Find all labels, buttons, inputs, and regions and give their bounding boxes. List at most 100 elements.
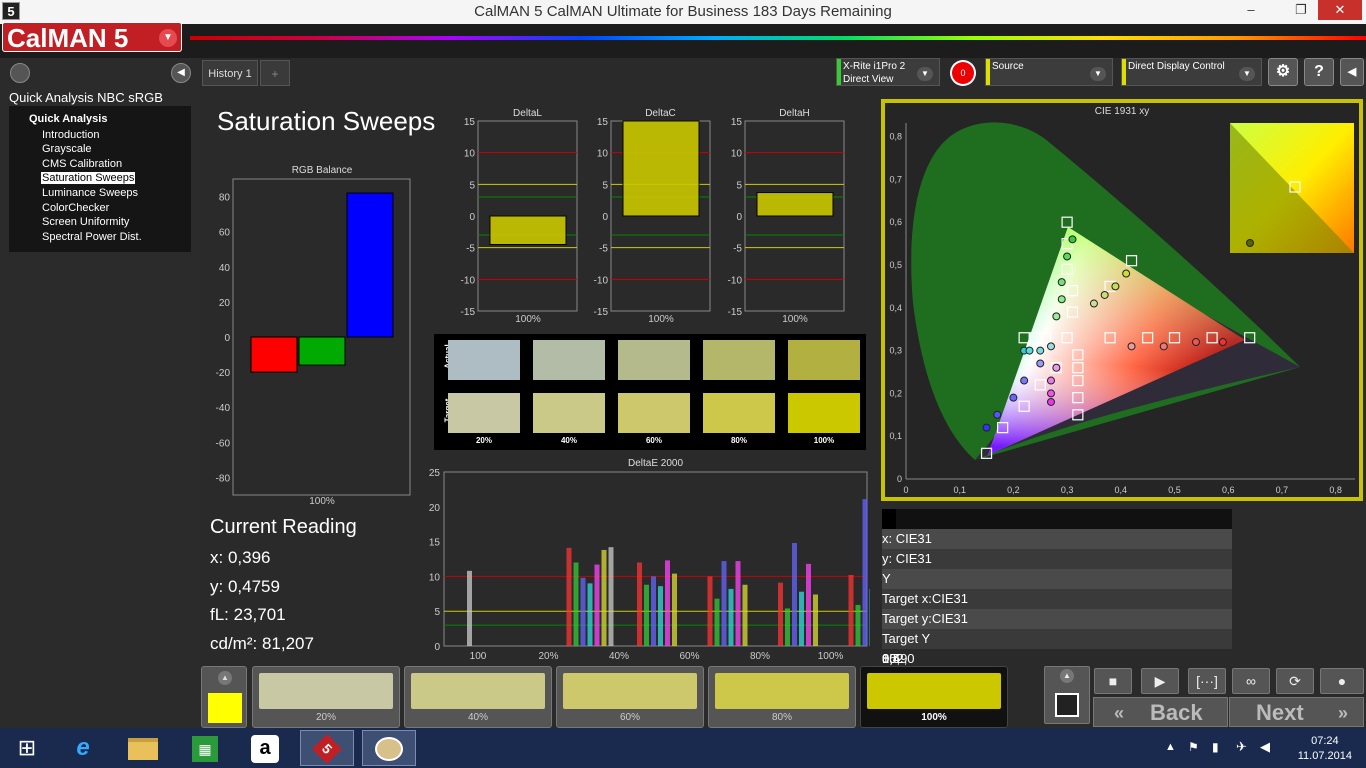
cie-x-tick: 0,2: [1007, 485, 1020, 495]
deltae-bar: [785, 608, 790, 646]
deltaH-tick-label: 15: [731, 117, 743, 128]
table-row-label: y: CIE31: [882, 551, 932, 566]
calman-logo-menu[interactable]: CalMAN 5 ▼: [2, 22, 182, 53]
minimize-button[interactable]: –: [1236, 0, 1266, 20]
clock-time: 07:24: [1311, 735, 1339, 747]
rgb-tick-label: 80: [219, 193, 231, 204]
continuous-button[interactable]: ∞: [1232, 668, 1270, 694]
tree-item-saturation-sweeps[interactable]: Saturation Sweeps: [41, 172, 136, 184]
deltae-bar: [601, 549, 607, 646]
cie-x-tick: 0,5: [1168, 485, 1181, 495]
close-button[interactable]: ✕: [1318, 0, 1362, 20]
patch-label: 100%: [921, 712, 947, 723]
patch-button[interactable]: 80%: [708, 666, 856, 728]
cie-measured-point: [1068, 235, 1077, 244]
amazon-icon[interactable]: a: [238, 730, 292, 766]
play-button[interactable]: ▶: [1141, 668, 1179, 694]
cie-measured-point: [1063, 252, 1072, 261]
deltae-bar: [778, 582, 783, 646]
deltaL-tick-label: 15: [464, 117, 476, 128]
tree-item-cms-calibration[interactable]: CMS Calibration: [41, 158, 123, 170]
tree-item-spectral-power[interactable]: Spectral Power Dist.: [41, 231, 143, 243]
tree-item-colorchecker[interactable]: ColorChecker: [41, 202, 110, 214]
stop-button[interactable]: ■: [1094, 668, 1132, 694]
read-range-button[interactable]: [···]: [1188, 668, 1226, 694]
back-button[interactable]: « Back: [1093, 697, 1228, 727]
read-button[interactable]: 0: [950, 60, 976, 86]
refresh-button[interactable]: ⟳: [1276, 668, 1314, 694]
tray-flag-icon[interactable]: ⚑: [1188, 740, 1199, 754]
cie-measured-point: [1046, 389, 1055, 398]
tray-airplane-icon[interactable]: ✈: [1236, 739, 1247, 755]
meter-dropdown[interactable]: X-Rite i1Pro 2 Direct View ▼: [836, 58, 940, 86]
store-icon[interactable]: ▦: [178, 730, 232, 766]
tree-item-screen-uniformity[interactable]: Screen Uniformity: [41, 216, 130, 228]
patch-button[interactable]: 20%: [252, 666, 400, 728]
windows-start-icon[interactable]: ⊞: [0, 730, 54, 766]
tree-item-luminance-sweeps[interactable]: Luminance Sweeps: [41, 187, 139, 199]
sidebar-collapse-button[interactable]: ◀: [171, 63, 191, 83]
patch-label: 80%: [771, 712, 792, 723]
patch-button[interactable]: 40%: [404, 666, 552, 728]
rgb-tick-label: 60: [219, 228, 231, 239]
tray-volume-icon[interactable]: ◀: [1260, 739, 1270, 755]
cie-measured-point: [1191, 338, 1200, 347]
table-row: x: CIE310,30,30,30,40,4: [882, 529, 1232, 646]
source-dropdown[interactable]: Source ▼: [985, 58, 1113, 86]
record-button[interactable]: ●: [1320, 668, 1364, 694]
deltaC-tick-label: 10: [597, 149, 609, 160]
taskbar-clock[interactable]: 07:24 11.07.2014: [1298, 734, 1352, 764]
sidebar-pin-button[interactable]: [10, 63, 30, 83]
tray-arrow-icon[interactable]: ▲: [1165, 741, 1176, 753]
calman-taskbar-icon[interactable]: 5: [300, 730, 354, 766]
rgb-xlabel: 100%: [309, 496, 335, 507]
actual-swatch: [788, 340, 860, 380]
tree-item-introduction[interactable]: Introduction: [41, 129, 100, 141]
patch-swatch: [715, 673, 849, 709]
cie-x-tick: 0,8: [1329, 485, 1342, 495]
deltaH-tick-label: 5: [736, 180, 742, 191]
tab-history-1[interactable]: History 1: [202, 60, 258, 86]
deltae-bar: [742, 584, 748, 646]
patch-label: 20%: [315, 712, 336, 723]
deltae-bar: [735, 561, 741, 646]
cie-x-tick: 0,7: [1276, 485, 1289, 495]
page-title: Saturation Sweeps: [217, 106, 436, 136]
table-row: Target Y102,0100,298,997,896,7: [882, 629, 1232, 746]
patch-button[interactable]: 60%: [556, 666, 704, 728]
deltae-bar: [594, 564, 600, 646]
deltae-tick-label: 0: [434, 642, 440, 653]
display-dropdown[interactable]: Direct Display Control ▼: [1121, 58, 1262, 86]
table-row-label: Target y:CIE31: [882, 611, 968, 626]
panel-collapse-button[interactable]: ◀: [1340, 58, 1364, 86]
deltaL-tick-label: 10: [464, 149, 476, 160]
ie-icon[interactable]: e: [56, 730, 110, 766]
rgb-balance-chart: 80 60 40 20 0 -20 -40 -60 -80 100%: [216, 178, 411, 507]
tree-item-grayscale[interactable]: Grayscale: [41, 143, 93, 155]
next-button[interactable]: Next »: [1229, 697, 1364, 727]
cie-x-tick: 0: [903, 485, 908, 495]
cie-measured-point: [1052, 363, 1061, 372]
deltaC-xlabel: 100%: [648, 314, 674, 325]
deltaL-xlabel: 100%: [515, 314, 541, 325]
tree-root[interactable]: Quick Analysis: [29, 113, 107, 125]
help-icon[interactable]: ?: [1304, 58, 1334, 86]
cie-measured-point: [1020, 376, 1029, 385]
deltaH-tick-label: 10: [731, 149, 743, 160]
chevron-down-icon: ▼: [1239, 67, 1255, 81]
deltae-tick-label: 10: [429, 572, 441, 583]
cie-measured-point: [1052, 312, 1061, 321]
deltae-bar: [573, 562, 579, 646]
deltae-bar: [721, 561, 727, 646]
add-tab-button[interactable]: +: [260, 60, 290, 86]
settings-gear-icon[interactable]: ⚙: [1268, 58, 1298, 86]
deltaH-tick-label: 0: [736, 212, 742, 223]
current-patch-button[interactable]: ▲: [201, 666, 247, 728]
stop-big-button[interactable]: ▲: [1044, 666, 1090, 724]
explorer-folder-icon[interactable]: [116, 730, 170, 766]
patch-button[interactable]: 100%: [860, 666, 1008, 728]
tray-battery-icon[interactable]: ▮: [1212, 740, 1219, 754]
read-badge: 0: [952, 62, 974, 84]
paint-icon[interactable]: [362, 730, 416, 766]
restore-button[interactable]: ❐: [1286, 0, 1316, 20]
